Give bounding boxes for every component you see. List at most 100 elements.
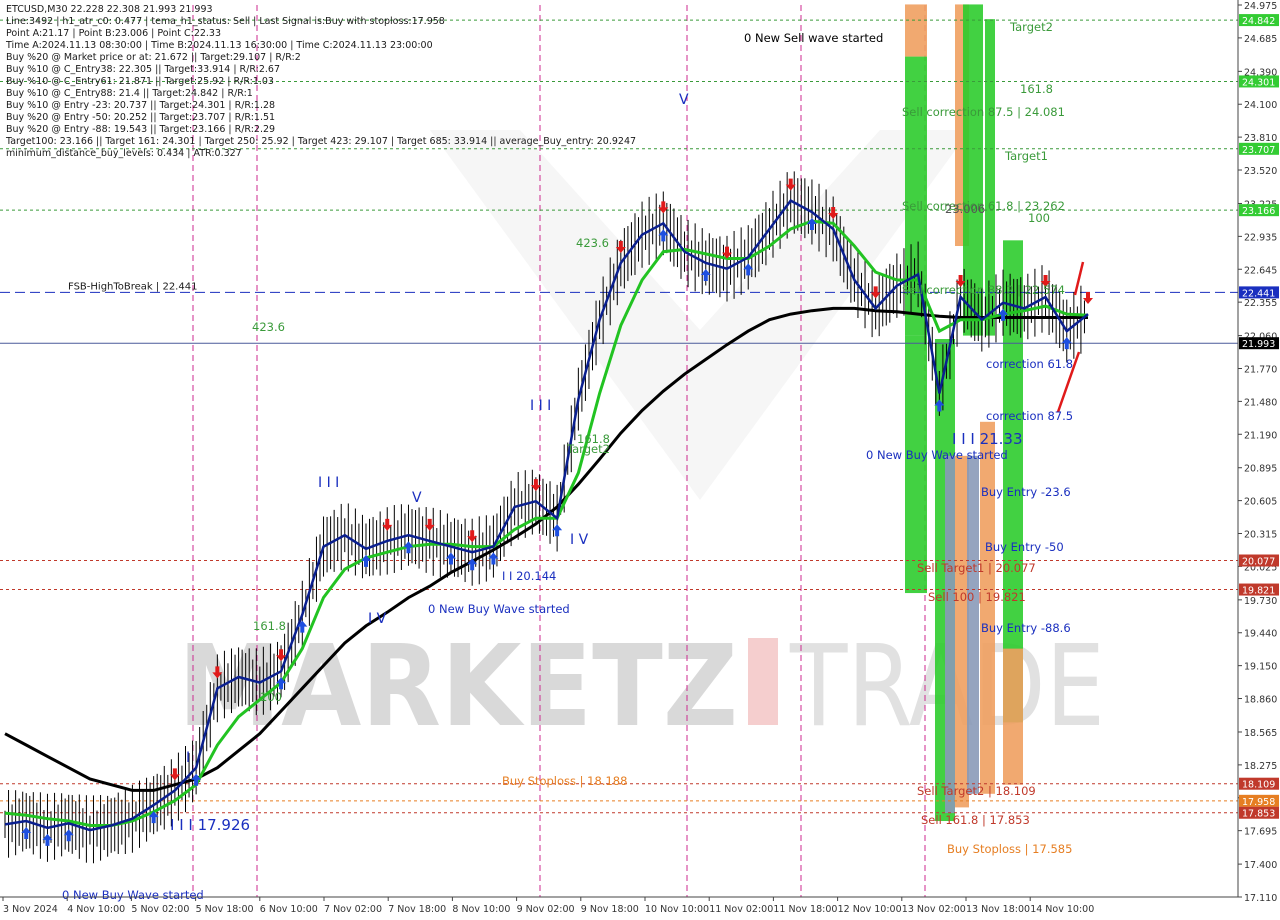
chart-annotation: correction 61.8	[986, 357, 1073, 371]
chart-annotation: Buy Stoploss | 18.188	[502, 774, 627, 788]
chart-annotation: Buy Stoploss | 17.585	[947, 842, 1072, 856]
time-tick-label: 8 Nov 10:00	[452, 904, 510, 915]
chart-annotation: 100	[1028, 211, 1050, 225]
chart-annotation: V	[412, 490, 422, 506]
price-level-box-label: 21.993	[1242, 339, 1275, 350]
chart-annotation: I V	[368, 611, 387, 627]
time-tick-label: 9 Nov 18:00	[581, 904, 639, 915]
time-tick-label: 6 Nov 10:00	[260, 904, 318, 915]
fib-zone-bar	[905, 335, 927, 594]
time-tick-label: 5 Nov 02:00	[131, 904, 189, 915]
price-tick-label: 20.895	[1244, 464, 1277, 475]
time-tick-label: 12 Nov 10:00	[838, 904, 902, 915]
price-tick-label: 19.150	[1244, 662, 1277, 673]
price-tick-label: 19.440	[1244, 629, 1277, 640]
info-line: minimum_distance_buy_levels: 0.434 | ATR…	[6, 148, 242, 159]
price-level-box-label: 17.853	[1242, 809, 1275, 820]
info-line: Buy %10 @ Entry -23: 20.737 || Target:24…	[6, 100, 276, 111]
info-line: Buy %10 @ C_Entry88: 21.4 || Target:24.8…	[6, 88, 253, 99]
info-line: ETCUSD,M30 22.228 22.308 21.993 21.993	[6, 4, 213, 15]
time-tick-label: 3 Nov 2024	[3, 904, 58, 915]
time-tick-label: 11 Nov 02:00	[709, 904, 773, 915]
price-tick-label: 22.935	[1244, 232, 1277, 243]
chart-annotation: 0 New Buy Wave started	[62, 888, 204, 902]
price-tick-label: 17.110	[1244, 893, 1277, 904]
chart-annotation: I V	[570, 532, 589, 548]
price-level-box-label: 24.301	[1242, 77, 1275, 88]
time-tick-label: 7 Nov 18:00	[388, 904, 446, 915]
price-tick-label: 23.520	[1244, 166, 1277, 177]
price-tick-label: 17.400	[1244, 860, 1277, 871]
price-tick-label: 21.480	[1244, 397, 1277, 408]
chart-annotation: Sell correction 38.2 | 22.574	[902, 283, 1065, 297]
chart-annotation: Buy Entry -50	[985, 540, 1064, 554]
fib-zone-bar	[967, 455, 979, 794]
info-line: Target100: 23.166 || Target 161: 24.301 …	[6, 136, 637, 147]
price-tick-label: 22.355	[1244, 298, 1277, 309]
chart-annotation: 423.6	[252, 320, 285, 334]
time-tick-label: 7 Nov 02:00	[324, 904, 382, 915]
price-tick-label: 24.685	[1244, 34, 1277, 45]
chart-annotation: correction 87.5	[986, 409, 1073, 423]
price-tick-label: 24.100	[1244, 100, 1277, 111]
price-tick-label: 22.645	[1244, 265, 1277, 276]
chart-annotation: Buy Entry -88.6	[981, 621, 1071, 635]
info-line: Buy %10 @ C_Entry38: 22.305 || Target:33…	[6, 64, 281, 75]
info-line: Buy %20 @ Entry -50: 20.252 || Target:23…	[6, 112, 276, 123]
chart-annotation: 0 New Sell wave started	[744, 31, 883, 45]
time-tick-label: 10 Nov 10:00	[645, 904, 709, 915]
info-line: Buy %20 @ Market price or at: 21.672 || …	[6, 52, 301, 63]
time-tick-label: 11 Nov 18:00	[773, 904, 837, 915]
chart-annotation: Sell Target1 | 20.077	[917, 561, 1036, 575]
price-level-box-label: 22.441	[1242, 288, 1275, 299]
price-level-box-label: 18.109	[1242, 780, 1275, 791]
fib-zone-bar	[980, 421, 995, 794]
fib-zone-bar	[905, 4, 927, 57]
chart-annotation: 0 New Buy Wave started	[866, 448, 1008, 462]
chart-annotation: I I I 17.926	[170, 816, 250, 834]
time-tick-label: 5 Nov 18:00	[196, 904, 254, 915]
chart-annotation: Target1	[1004, 149, 1048, 163]
time-tick-label: 9 Nov 02:00	[517, 904, 575, 915]
info-line: Point A:21.17 | Point B:23.006 | Point C…	[6, 28, 222, 39]
price-tick-label: 19.730	[1244, 596, 1277, 607]
price-tick-label: 18.275	[1244, 761, 1277, 772]
time-tick-label: 13 Nov 18:00	[966, 904, 1030, 915]
chart-annotation: I I I	[530, 398, 551, 414]
price-level-box-label: 23.166	[1242, 206, 1275, 217]
price-tick-label: 23.810	[1244, 133, 1277, 144]
price-tick-label: 21.770	[1244, 364, 1277, 375]
price-level-box-label: 17.958	[1242, 797, 1275, 808]
price-tick-label: 17.695	[1244, 827, 1277, 838]
price-tick-label: 20.605	[1244, 497, 1277, 508]
time-tick-label: 13 Nov 02:00	[902, 904, 966, 915]
price-tick-label: 20.315	[1244, 530, 1277, 541]
level-label: FSB-HighToBreak | 22.441	[68, 281, 197, 292]
info-line: Buy %20 @ Entry -88: 19.543 || Target:23…	[6, 124, 276, 135]
chart-annotation: 100	[260, 690, 282, 704]
chart-annotation: 161.8	[1020, 82, 1053, 96]
chart-annotation: Sell 161.8 | 17.853	[921, 813, 1030, 827]
chart-annotation: V	[679, 92, 689, 108]
chart-annotation: Target2	[1009, 20, 1053, 34]
fib-zone-bar	[955, 455, 969, 808]
price-level-box-label: 23.707	[1242, 145, 1275, 156]
fib-zone-bar	[945, 455, 955, 814]
chart-annotation: 23.006	[945, 202, 985, 216]
info-line: Buy %10 @ C_Entry61: 21.871 || Target:25…	[6, 76, 274, 87]
chart-annotation: Buy Entry -23.6	[981, 485, 1071, 499]
time-tick-label: 4 Nov 10:00	[67, 904, 125, 915]
chart-annotation: I I I	[318, 475, 339, 491]
chart-annotation: 0 New Buy Wave started	[428, 602, 570, 616]
price-tick-label: 24.975	[1244, 1, 1277, 12]
chart-annotation: 423.6	[576, 236, 609, 250]
indicator-info-panel: ETCUSD,M30 22.228 22.308 21.993 21.993 L…	[6, 4, 636, 160]
chart-annotation: I	[186, 750, 190, 766]
chart-annotation: Sell Target2 | 18.109	[917, 784, 1036, 798]
chart-annotation: Target2	[566, 442, 610, 456]
time-tick-label: 14 Nov 10:00	[1030, 904, 1094, 915]
chart-annotation: I I 20.144	[502, 569, 556, 583]
price-tick-label: 21.190	[1244, 430, 1277, 441]
chart-annotation: I I I 21.33	[952, 430, 1023, 448]
chart-annotation: 161.8	[253, 619, 286, 633]
